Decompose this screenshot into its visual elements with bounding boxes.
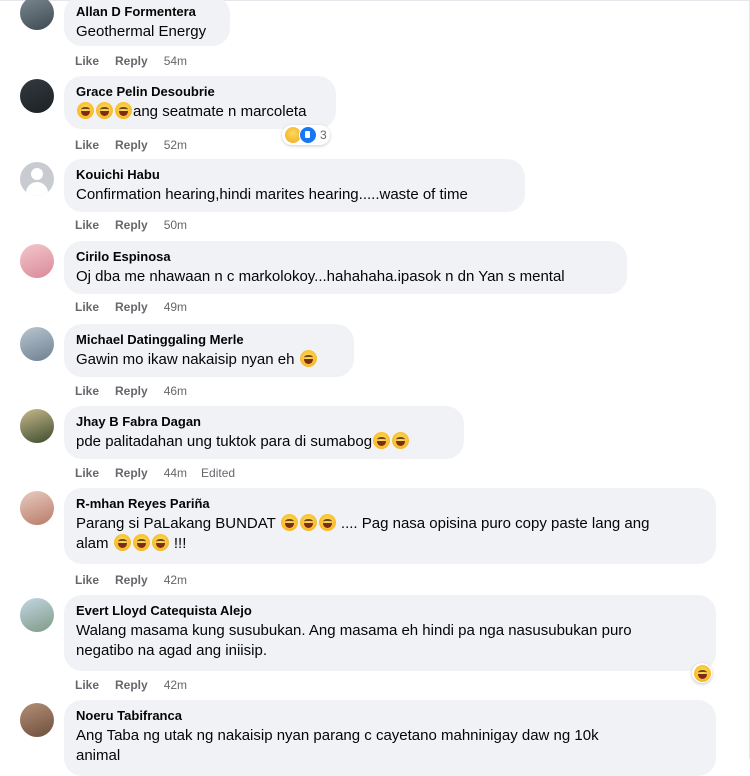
comment-timestamp[interactable]: 42m xyxy=(164,572,187,588)
comment-actions: Like Reply 44m Edited xyxy=(75,465,249,481)
comment-timestamp[interactable]: 49m xyxy=(164,299,187,315)
comment-timestamp[interactable]: 42m xyxy=(164,677,187,693)
reaction-count: 3 xyxy=(320,128,327,142)
comment-text-span: alam xyxy=(76,535,109,552)
comment-text-line2: alam !!! xyxy=(76,534,704,554)
avatar[interactable] xyxy=(20,327,54,361)
laughing-face-icon xyxy=(113,534,131,551)
smiling-face-icon xyxy=(373,432,391,449)
comment-text: Ang Taba ng utak ng nakaisip nyan parang… xyxy=(76,727,599,744)
like-button[interactable]: Like xyxy=(75,299,99,315)
laughing-face-icon xyxy=(96,102,113,119)
comment-actions: Like Reply 54m xyxy=(75,53,201,69)
laughing-face-icon xyxy=(77,102,94,119)
like-button[interactable]: Like xyxy=(75,572,99,588)
comment-text: pde palitadahan ung tuktok para di sumab… xyxy=(76,432,452,452)
reply-button[interactable]: Reply xyxy=(115,299,148,315)
like-button[interactable]: Like xyxy=(75,137,99,153)
avatar[interactable] xyxy=(20,409,54,443)
avatar[interactable] xyxy=(20,598,54,632)
smiling-face-icon xyxy=(392,432,410,449)
comment-bubble: Michael Datinggaling Merle Gawin mo ikaw… xyxy=(64,324,354,377)
comment-text-span: pde palitadahan ung tuktok para di sumab… xyxy=(76,433,373,450)
comment-timestamp[interactable]: 54m xyxy=(164,53,187,69)
comment-text-span: .... Pag nasa opisina puro copy paste la… xyxy=(340,515,650,532)
edited-label: Edited xyxy=(201,466,236,480)
comment-actions: Like Reply 42m xyxy=(75,677,201,693)
reply-button[interactable]: Reply xyxy=(115,217,148,233)
avatar[interactable] xyxy=(20,703,54,737)
comment-author[interactable]: Michael Datinggaling Merle xyxy=(76,332,342,348)
reply-button[interactable]: Reply xyxy=(115,465,148,481)
comment-author[interactable]: Noeru Tabifranca xyxy=(76,708,704,724)
comment-author[interactable]: R-mhan Reyes Pariña xyxy=(76,496,704,512)
like-reaction-icon xyxy=(299,126,317,144)
comment-text: ang seatmate n marcoleta xyxy=(76,102,324,122)
comment-bubble: Cirilo Espinosa Oj dba me nhawaan n c ma… xyxy=(64,241,627,294)
comment-text-line2: animal xyxy=(76,747,121,764)
comment-author[interactable]: Jhay B Fabra Dagan xyxy=(76,414,452,430)
smiling-face-icon xyxy=(299,350,317,367)
reply-button[interactable]: Reply xyxy=(115,677,148,693)
comment-bubble: Grace Pelin Desoubrie ang seatmate n mar… xyxy=(64,76,336,129)
like-button[interactable]: Like xyxy=(75,217,99,233)
comment-bubble: R-mhan Reyes Pariña Parang si PaLakang B… xyxy=(64,488,716,564)
comment-text: Parang si PaLakang BUNDAT .... Pag nasa … xyxy=(76,514,704,534)
reply-button[interactable]: Reply xyxy=(115,572,148,588)
like-button[interactable]: Like xyxy=(75,383,99,399)
reply-button[interactable]: Reply xyxy=(115,53,148,69)
comment-actions: Like Reply 42m xyxy=(75,572,201,588)
avatar[interactable] xyxy=(20,491,54,525)
comment-actions: Like Reply 52m xyxy=(75,137,201,153)
comment-text: Confirmation hearing,hindi marites heari… xyxy=(76,186,468,203)
laughing-face-icon xyxy=(318,514,336,531)
comment-bubble: Evert Lloyd Catequista Alejo Walang masa… xyxy=(64,595,716,671)
comment-bubble: Jhay B Fabra Dagan pde palitadahan ung t… xyxy=(64,406,464,459)
laughing-face-icon xyxy=(132,534,150,551)
comment-text: Gawin mo ikaw nakaisip nyan eh xyxy=(76,350,342,370)
laughing-face-icon xyxy=(299,514,317,531)
comment-timestamp[interactable]: 52m xyxy=(164,137,187,153)
comment-timestamp[interactable]: 50m xyxy=(164,217,187,233)
like-button[interactable]: Like xyxy=(75,677,99,693)
comment-text-span: !!! xyxy=(173,535,187,552)
reply-button[interactable]: Reply xyxy=(115,383,148,399)
comment-text: Oj dba me nhawaan n c markolokoy...hahah… xyxy=(76,268,565,285)
comment-actions: Like Reply 50m xyxy=(75,217,201,233)
like-button[interactable]: Like xyxy=(75,465,99,481)
comment-text-line2: negatibo na agad ang iniisip. xyxy=(76,642,267,659)
avatar[interactable] xyxy=(20,79,54,113)
comment-bubble: Allan D Formentera Geothermal Energy xyxy=(64,0,230,46)
haha-reaction-icon[interactable] xyxy=(692,663,712,683)
reply-button[interactable]: Reply xyxy=(115,137,148,153)
comment-bubble: Kouichi Habu Confirmation hearing,hindi … xyxy=(64,159,525,212)
avatar[interactable] xyxy=(20,0,54,30)
comment-timestamp[interactable]: 46m xyxy=(164,383,187,399)
comment-author[interactable]: Grace Pelin Desoubrie xyxy=(76,84,324,100)
comment-actions: Like Reply 46m xyxy=(75,383,201,399)
reaction-summary[interactable]: 3 xyxy=(282,125,330,145)
comment-author[interactable]: Allan D Formentera xyxy=(76,4,218,20)
like-button[interactable]: Like xyxy=(75,53,99,69)
avatar[interactable] xyxy=(20,244,54,278)
comment-text: Geothermal Energy xyxy=(76,23,207,40)
comment-timestamp[interactable]: 44m xyxy=(164,465,187,481)
default-user-icon[interactable] xyxy=(20,162,54,196)
laughing-face-icon xyxy=(151,534,169,551)
laughing-face-icon xyxy=(280,514,298,531)
comment-author[interactable]: Kouichi Habu xyxy=(76,167,513,183)
comment-author[interactable]: Evert Lloyd Catequista Alejo xyxy=(76,603,704,619)
comment-text-span: Gawin mo ikaw nakaisip nyan eh xyxy=(76,351,295,368)
comment-author[interactable]: Cirilo Espinosa xyxy=(76,249,615,265)
laughing-face-icon xyxy=(115,102,132,119)
comment-text-span: Parang si PaLakang BUNDAT xyxy=(76,515,276,532)
comment-bubble: Noeru Tabifranca Ang Taba ng utak ng nak… xyxy=(64,700,716,776)
comment-actions: Like Reply 49m xyxy=(75,299,201,315)
comment-text-span: ang seatmate n marcoleta xyxy=(133,103,307,120)
comment-text: Walang masama kung susubukan. Ang masama… xyxy=(76,622,632,639)
